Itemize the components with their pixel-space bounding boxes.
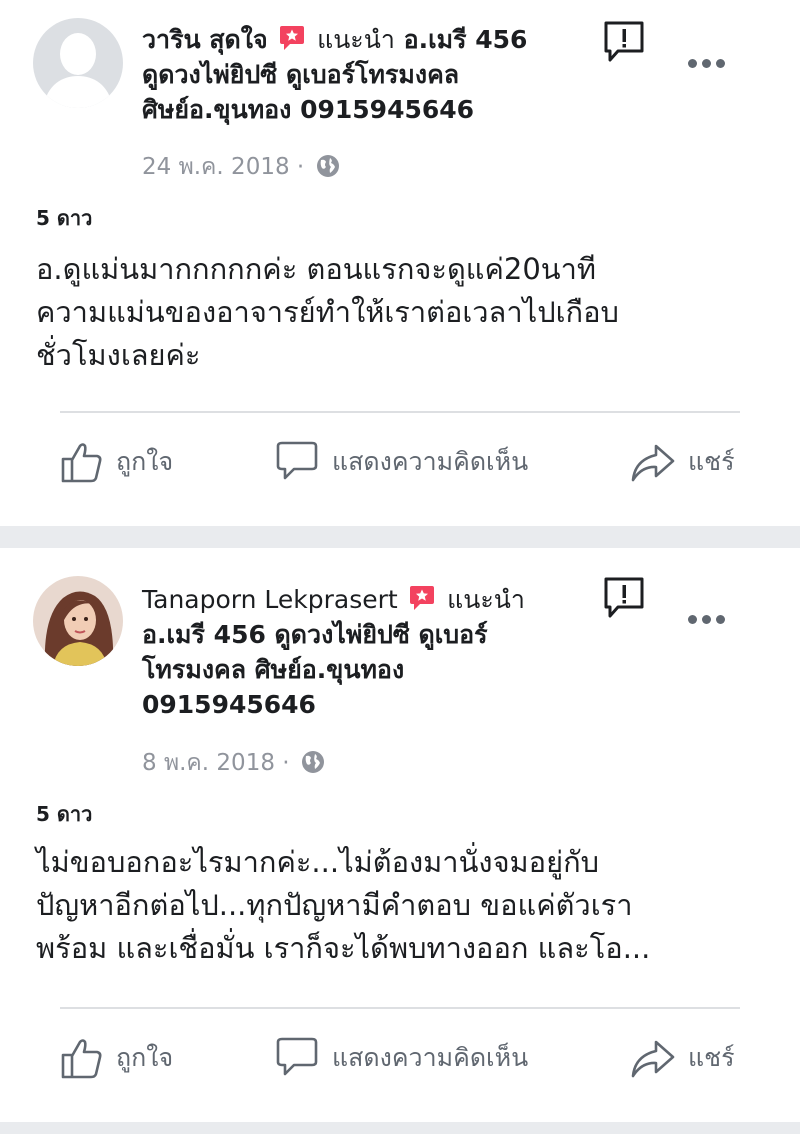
post-date[interactable]: 8 พ.ค. 2018 bbox=[142, 750, 275, 776]
comment-button[interactable]: แสดงความคิดเห็น bbox=[274, 440, 528, 484]
author-name[interactable]: Tanaporn Lekprasert bbox=[142, 585, 398, 614]
review-post: วาริน สุดใจ แนะนำ อ.เมรี 456 ดูดวงไพ่ยิป… bbox=[0, 0, 800, 526]
report-flag-icon[interactable] bbox=[603, 20, 645, 64]
page-name[interactable]: อ.เมรี 456 bbox=[404, 25, 528, 54]
globe-icon bbox=[316, 155, 339, 177]
author-name[interactable]: วาริน สุดใจ bbox=[142, 25, 268, 54]
like-button[interactable]: ถูกใจ bbox=[60, 1036, 173, 1080]
more-options-icon[interactable] bbox=[688, 55, 728, 71]
divider bbox=[60, 411, 740, 413]
page-name-line[interactable]: ดูดวงไพ่ยิปซี ดูเบอร์โทรมงคล bbox=[142, 57, 592, 92]
recommends-label: แนะนำ bbox=[317, 25, 395, 54]
share-arrow-icon bbox=[631, 444, 675, 482]
page-name-line[interactable]: อ.เมรี 456 ดูดวงไพ่ยิปซี ดูเบอร์ bbox=[142, 617, 582, 652]
like-label: ถูกใจ bbox=[116, 447, 174, 476]
post-date[interactable]: 24 พ.ค. 2018 bbox=[142, 154, 290, 180]
review-text-line: พร้อม และเชื่อมั่น เราก็จะได้พบทางออก แล… bbox=[36, 931, 651, 965]
review-text-line: ปัญหาอีกต่อไป...ทุกปัญหามีคำตอบ ขอแค่ตัว… bbox=[36, 888, 633, 922]
share-button[interactable]: แชร์ bbox=[630, 1036, 735, 1080]
author-avatar[interactable] bbox=[33, 576, 123, 666]
review-text-line: ไม่ขอบอกอะไรมากค่ะ...ไม่ต้องมานั่งจมอยู่… bbox=[36, 845, 600, 879]
page-name-line[interactable]: ศิษย์อ.ขุนทอง 0915945646 bbox=[142, 92, 592, 127]
review-text: ไม่ขอบอกอะไรมากค่ะ...ไม่ต้องมานั่งจมอยู่… bbox=[36, 841, 766, 970]
post-separator bbox=[0, 526, 800, 548]
post-header: Tanaporn Lekprasert แนะนำ อ.เมรี 456 ดูด… bbox=[142, 582, 582, 722]
meta-separator: · bbox=[296, 154, 305, 180]
review-text-line: ความแม่นของอาจารย์ทำให้เราต่อเวลาไปเกือบ bbox=[36, 295, 619, 329]
comment-label: แสดงความคิดเห็น bbox=[332, 447, 529, 476]
report-flag-icon[interactable] bbox=[603, 576, 645, 620]
review-text-line: ชั่วโมงเลยค่ะ bbox=[36, 338, 201, 372]
comment-bubble-icon bbox=[276, 441, 318, 480]
author-avatar[interactable] bbox=[33, 18, 123, 108]
more-options-icon[interactable] bbox=[688, 611, 728, 627]
meta-separator: · bbox=[282, 750, 290, 776]
post-header: วาริน สุดใจ แนะนำ อ.เมรี 456 ดูดวงไพ่ยิป… bbox=[142, 22, 592, 127]
post-separator bbox=[0, 1122, 800, 1134]
recommends-label: แนะนำ bbox=[447, 585, 525, 614]
review-text-line: อ.ดูแม่นมากกกกกค่ะ ตอนแรกจะดูแค่20นาที bbox=[36, 252, 597, 286]
share-label: แชร์ bbox=[688, 447, 735, 476]
like-button[interactable]: ถูกใจ bbox=[60, 440, 173, 484]
default-avatar-icon bbox=[33, 18, 123, 108]
rating-label: 5 ดาว bbox=[36, 802, 93, 826]
review-post: Tanaporn Lekprasert แนะนำ อ.เมรี 456 ดูด… bbox=[0, 548, 800, 1122]
comment-button[interactable]: แสดงความคิดเห็น bbox=[274, 1036, 528, 1080]
share-button[interactable]: แชร์ bbox=[630, 440, 735, 484]
recommend-star-badge-icon bbox=[410, 586, 435, 610]
thumbs-up-icon bbox=[61, 1039, 102, 1079]
share-arrow-icon bbox=[631, 1040, 675, 1078]
divider bbox=[60, 1007, 740, 1009]
review-text: อ.ดูแม่นมากกกกกค่ะ ตอนแรกจะดูแค่20นาที ค… bbox=[36, 248, 766, 377]
like-label: ถูกใจ bbox=[116, 1043, 174, 1072]
recommend-star-badge-icon bbox=[280, 26, 305, 50]
comment-label: แสดงความคิดเห็น bbox=[332, 1043, 529, 1072]
comment-bubble-icon bbox=[276, 1037, 318, 1076]
page-name-line[interactable]: 0915945646 bbox=[142, 687, 582, 722]
share-label: แชร์ bbox=[688, 1043, 735, 1072]
page-name-line[interactable]: โทรมงคล ศิษย์อ.ขุนทอง bbox=[142, 652, 582, 687]
post-meta: 8 พ.ค. 2018 · bbox=[142, 748, 325, 778]
rating-label: 5 ดาว bbox=[36, 206, 93, 230]
user-photo bbox=[33, 576, 123, 666]
globe-icon bbox=[301, 751, 324, 773]
thumbs-up-icon bbox=[61, 443, 102, 483]
post-meta: 24 พ.ค. 2018 · bbox=[142, 152, 340, 182]
